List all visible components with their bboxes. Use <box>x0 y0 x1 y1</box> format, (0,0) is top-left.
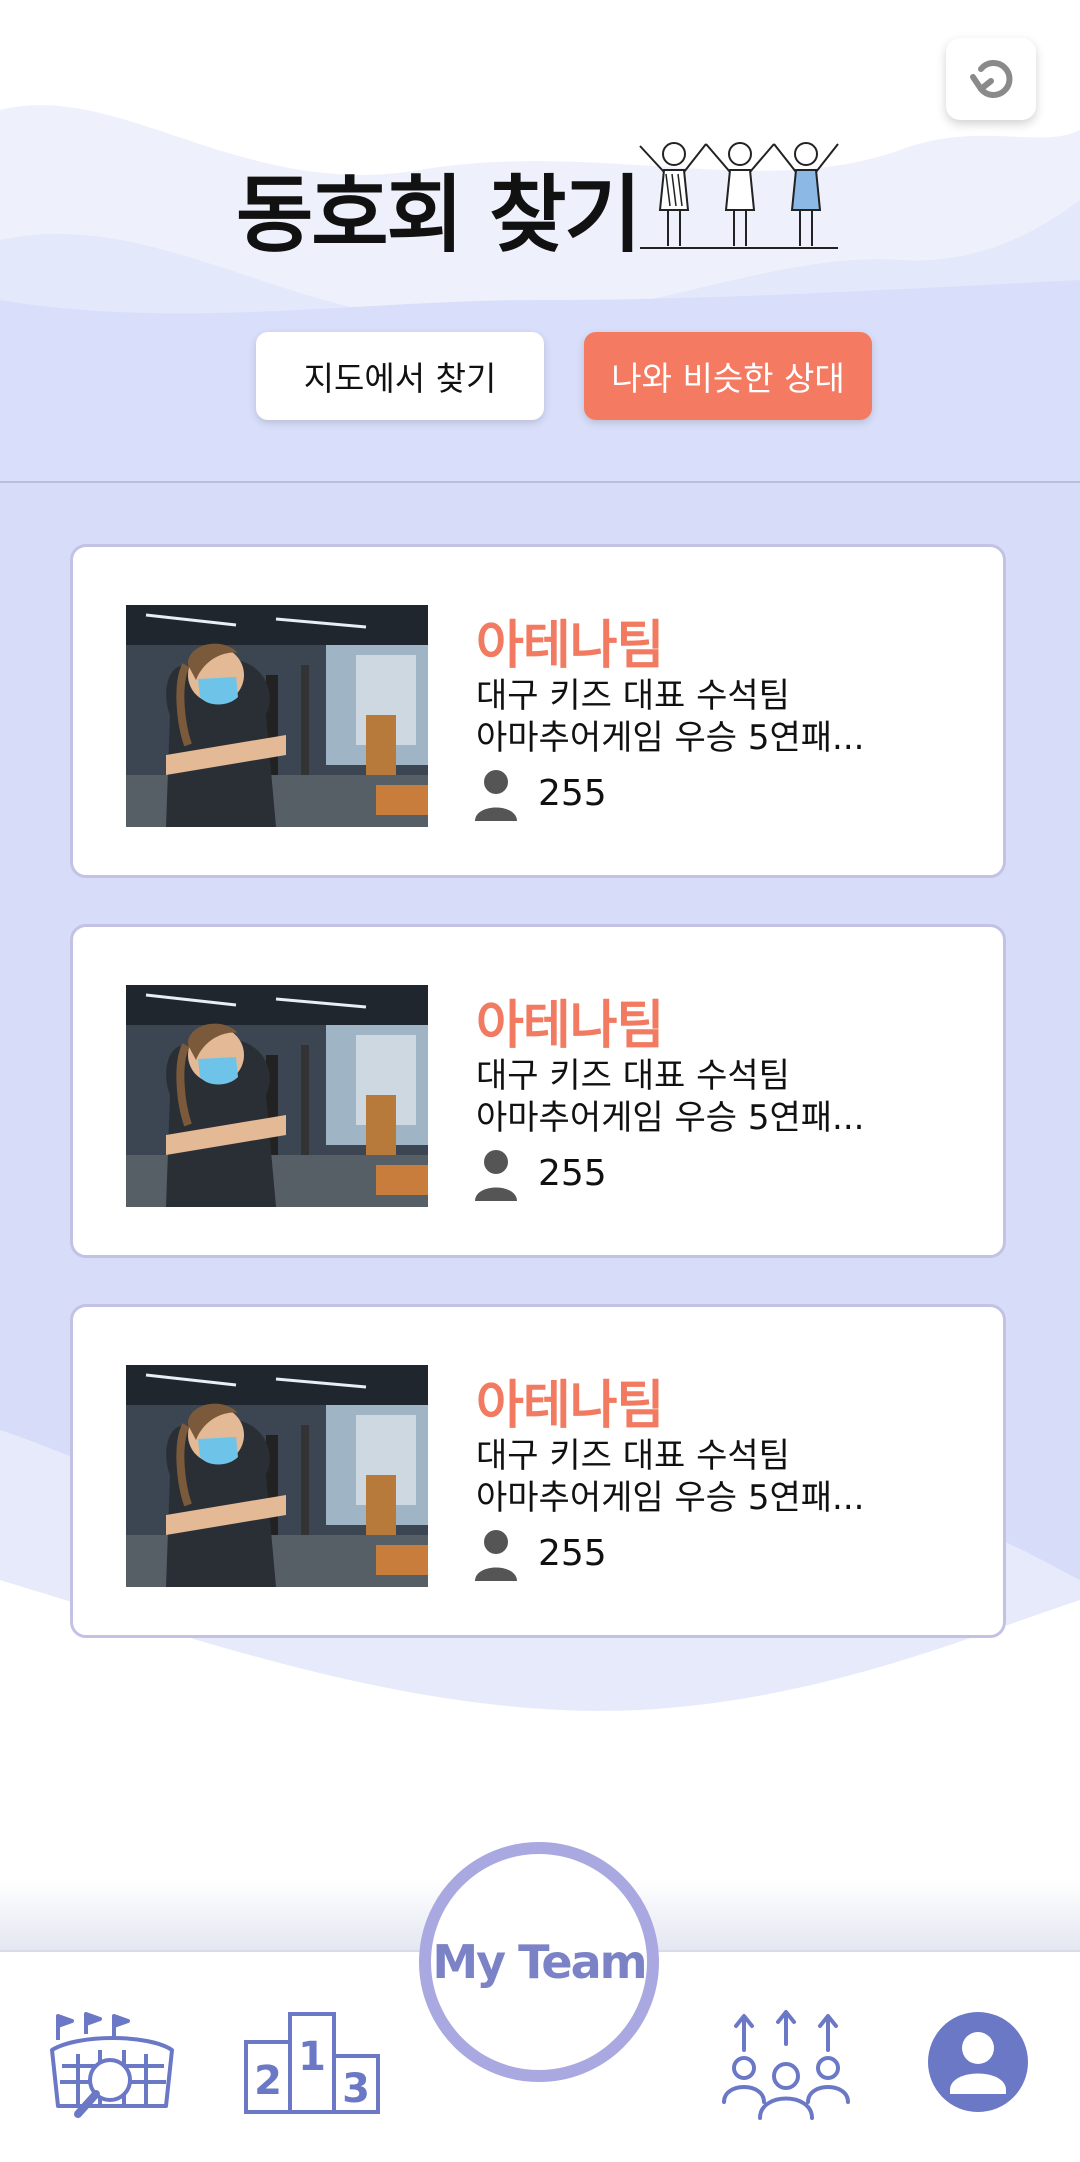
team-name: 아테나팀 <box>476 996 664 1056</box>
team-name: 아테나팀 <box>476 616 664 676</box>
svg-text:2: 2 <box>254 2058 282 2104</box>
team-description-line: 대구 키즈 대표 수석팀 <box>476 1056 790 1096</box>
divider <box>0 481 1080 483</box>
team-description-line: 대구 키즈 대표 수석팀 <box>476 676 790 716</box>
team-description-line: 아마추어게임 우승 5연패... <box>476 1478 865 1518</box>
team-card[interactable]: 아테나팀 대구 키즈 대표 수석팀 아마추어게임 우승 5연패... 255 <box>70 544 1006 878</box>
ranking-button[interactable]: 2 1 3 <box>242 2008 382 2116</box>
tab-find-on-map[interactable]: 지도에서 찾기 <box>256 332 544 420</box>
team-description-line: 대구 키즈 대표 수석팀 <box>476 1436 790 1476</box>
my-team-label: My Team <box>432 1935 647 1989</box>
member-count: 255 <box>538 1153 607 1194</box>
team-description: 대구 키즈 대표 수석팀 아마추어게임 우승 5연패... <box>476 1435 976 1519</box>
team-name: 아테나팀 <box>476 1376 664 1436</box>
team-members-icon <box>722 2010 850 2120</box>
team-card[interactable]: 아테나팀 대구 키즈 대표 수석팀 아마추어게임 우승 5연패... 255 <box>70 1304 1006 1638</box>
team-photo <box>126 605 428 827</box>
podium-ranking-icon: 2 1 3 <box>244 2012 380 2114</box>
team-photo <box>126 1365 428 1587</box>
svg-text:1: 1 <box>298 2034 326 2080</box>
stadium-search-icon <box>50 2012 174 2118</box>
member-icon <box>475 1150 517 1201</box>
team-members-button[interactable] <box>716 2010 856 2122</box>
back-button[interactable] <box>946 38 1036 120</box>
member-count: 255 <box>538 1533 607 1574</box>
member-icon <box>475 770 517 821</box>
team-description-line: 아마추어게임 우승 5연패... <box>476 1098 865 1138</box>
team-description-line: 아마추어게임 우승 5연패... <box>476 718 865 758</box>
stadium-search-button[interactable] <box>48 2010 178 2120</box>
tab-similar-opponents[interactable]: 나와 비슷한 상대 <box>584 332 872 420</box>
back-arrow-icon <box>970 60 1013 98</box>
team-description: 대구 키즈 대표 수석팀 아마추어게임 우승 5연패... <box>476 675 976 759</box>
page-title: 동호회 찾기 <box>236 166 642 264</box>
member-icon <box>475 1530 517 1581</box>
people-group-illustration <box>639 142 839 249</box>
team-photo <box>126 985 428 1207</box>
my-team-button[interactable]: My Team <box>419 1842 659 2082</box>
team-card[interactable]: 아테나팀 대구 키즈 대표 수석팀 아마추어게임 우승 5연패... 255 <box>70 924 1006 1258</box>
svg-text:3: 3 <box>342 2066 370 2112</box>
member-count: 255 <box>538 773 607 814</box>
profile-icon <box>928 2012 1028 2112</box>
profile-button[interactable] <box>928 2012 1028 2112</box>
team-description: 대구 키즈 대표 수석팀 아마추어게임 우승 5연패... <box>476 1055 976 1139</box>
